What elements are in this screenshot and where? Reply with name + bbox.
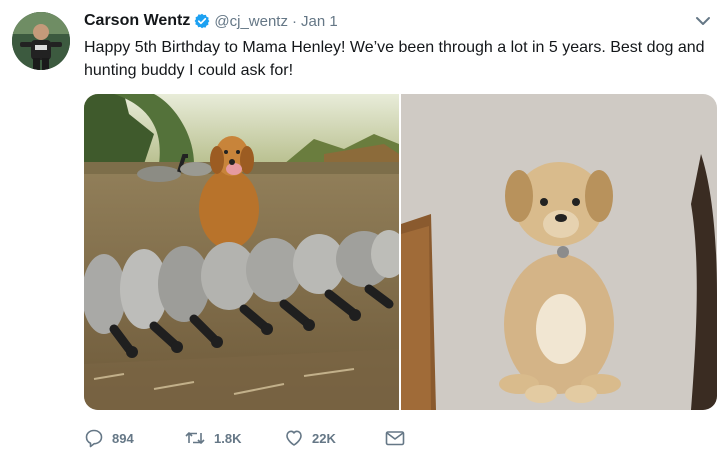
author-name[interactable]: Carson Wentz <box>84 12 190 30</box>
reply-icon <box>84 428 104 448</box>
retweet-button[interactable]: 1.8K <box>184 428 284 448</box>
verified-badge-icon <box>194 13 210 29</box>
like-button[interactable]: 22K <box>284 428 384 448</box>
avatar[interactable] <box>12 12 70 70</box>
tweet-header: Carson Wentz @cj_wentz · Jan 1 <box>84 10 338 32</box>
photo-puppy[interactable] <box>401 94 717 410</box>
photo-dog-with-geese[interactable] <box>84 94 399 410</box>
retweet-count: 1.8K <box>214 430 242 446</box>
like-count: 22K <box>312 430 336 446</box>
tweet-card[interactable]: Carson Wentz @cj_wentz · Jan 1 Happy 5th… <box>0 0 724 462</box>
direct-message-button[interactable] <box>384 428 406 448</box>
retweet-icon <box>184 428 206 448</box>
tweet-timestamp[interactable]: Jan 1 <box>301 13 338 30</box>
tweet-media <box>84 94 717 410</box>
caret-down-icon[interactable] <box>694 14 712 28</box>
message-icon <box>384 428 406 448</box>
tweet-text: Happy 5th Birthday to Mama Henley! We’ve… <box>84 39 705 79</box>
reply-count: 894 <box>112 430 134 446</box>
header-separator: · <box>291 12 297 30</box>
reply-button[interactable]: 894 <box>84 428 184 448</box>
tweet-actions: 894 1.8K 22K <box>84 426 406 450</box>
author-handle[interactable]: @cj_wentz <box>214 13 288 30</box>
like-icon <box>284 428 304 448</box>
